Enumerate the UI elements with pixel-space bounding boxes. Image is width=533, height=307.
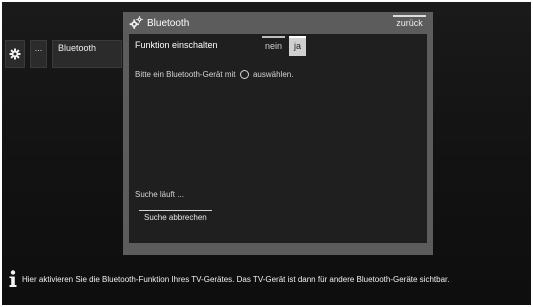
back-button-label: zurück: [396, 18, 423, 28]
cancel-search-label: Suche abbrechen: [144, 213, 207, 222]
dialog-title: Bluetooth: [147, 17, 190, 29]
back-button[interactable]: zurück: [393, 15, 426, 30]
dialog-body: Funktion einschalten nein ja Bitte ein B…: [129, 34, 427, 243]
cancel-search-button[interactable]: Suche abbrechen: [139, 210, 212, 225]
toggle-no-label: nein: [264, 41, 282, 51]
breadcrumb-bluetooth[interactable]: Bluetooth: [52, 40, 122, 68]
bluetooth-dialog: Bluetooth zurück Funktion einschalten ne…: [123, 12, 433, 255]
info-icon: [9, 270, 17, 287]
breadcrumb-bluetooth-label: Bluetooth: [58, 43, 97, 53]
breadcrumb-more[interactable]: ...: [30, 40, 47, 68]
dialog-title-bar: Bluetooth: [123, 12, 433, 34]
info-text: Hier aktivieren Sie die Bluetooth-Funkti…: [22, 274, 450, 284]
settings-gears-icon: [129, 16, 143, 29]
ok-button-icon: [239, 70, 249, 79]
hint-text-after: auswählen.: [252, 70, 294, 79]
function-label: Funktion einschalten: [135, 40, 218, 50]
toggle-yes-button[interactable]: ja: [289, 36, 306, 56]
breadcrumb-settings[interactable]: [5, 40, 25, 68]
hint-text-before: Bitte ein Bluetooth-Gerät mit: [135, 70, 236, 79]
info-footer: Hier aktivieren Sie die Bluetooth-Funkti…: [6, 264, 528, 294]
search-status: Suche läuft ...: [135, 190, 184, 199]
breadcrumb-more-label: ...: [34, 43, 43, 53]
tv-screen: ... Bluetooth Bluetooth zurück Funktion …: [2, 2, 531, 305]
gear-icon: [9, 48, 21, 60]
pairing-hint: Bitte ein Bluetooth-Gerät mit auswählen.: [135, 70, 293, 79]
toggle-yes-label: ja: [293, 41, 301, 51]
toggle-no-button[interactable]: nein: [262, 36, 285, 56]
